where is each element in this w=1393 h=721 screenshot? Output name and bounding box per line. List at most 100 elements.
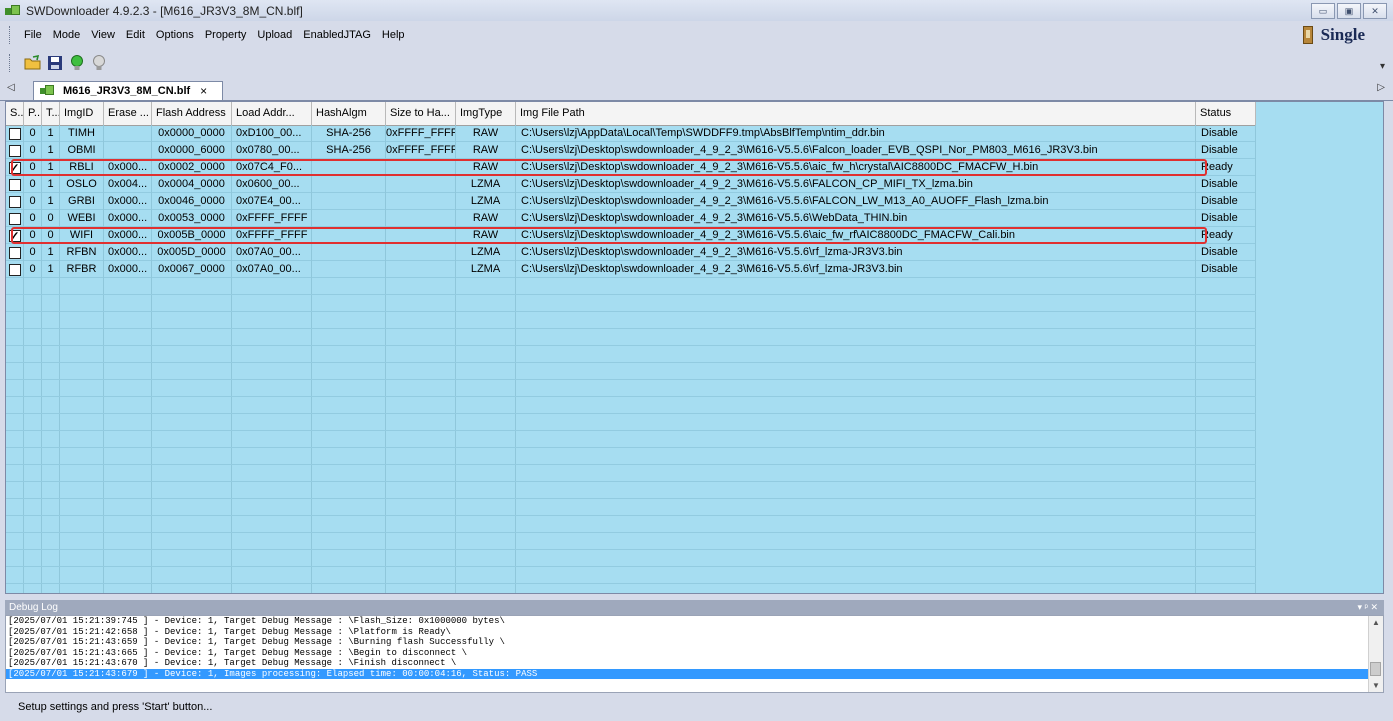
row-checkbox[interactable] [8,127,21,140]
cell-status: Disable [1196,244,1256,261]
log-line[interactable]: [2025/07/01 15:21:39:745 ] - Device: 1, … [6,616,1368,627]
header-col-erase[interactable]: Erase ... [104,102,152,125]
status-bar: Setup settings and press 'Start' button.… [0,697,1393,721]
header-col-priority[interactable]: P... [24,102,42,125]
gray-bulb-icon[interactable] [90,54,108,72]
toolbar-grip[interactable] [9,53,12,72]
row-checkbox[interactable] [8,144,21,157]
cell-hashalgm [312,261,386,278]
tab-scroll-left-icon[interactable]: ◁ [7,82,15,93]
menu-view[interactable]: View [91,29,115,41]
menu-upload[interactable]: Upload [257,29,292,41]
menu-file[interactable]: File [24,29,42,41]
table-row[interactable]: 00WIFI0x000...0x005B_00000xFFFF_FFFFRAWC… [6,227,1256,244]
header-col-flash-address[interactable]: Flash Address [152,102,232,125]
menu-mode[interactable]: Mode [53,29,81,41]
cell-type: 1 [42,244,60,261]
debug-log-controls[interactable]: ▾ ᵖ ✕ [1358,600,1378,615]
row-checkbox[interactable] [8,195,21,208]
menu-help[interactable]: Help [382,29,405,41]
cell-load-address: 0x07A0_00... [232,261,312,278]
header-col-hashalgm[interactable]: HashAlgm [312,102,386,125]
menu-property[interactable]: Property [205,29,247,41]
green-bulb-icon[interactable] [68,54,86,72]
cell-type: 1 [42,176,60,193]
minimize-button[interactable]: ▭ [1311,3,1335,19]
header-col-imgid[interactable]: ImgID [60,102,104,125]
cell-load-address: 0x07E4_00... [232,193,312,210]
table-row[interactable]: 01RBLI0x000...0x0002_00000x07C4_F0... RAW… [6,159,1256,176]
cell-type: 0 [42,227,60,244]
row-checkbox[interactable] [8,246,21,259]
header-col-select[interactable]: S... [6,102,24,125]
table-row[interactable]: 0 1 RFBR 0x000... 0x0067_0000 0x07A0_00... LZM… [6,261,1256,278]
scroll-thumb[interactable] [1370,662,1381,676]
header-col-size-to-hash[interactable]: Size to Ha... [386,102,456,125]
toolbar-overflow-icon[interactable]: ▾ [1380,61,1385,72]
open-folder-icon[interactable] [24,54,42,72]
cell-imgtype: RAW [456,159,516,176]
window-title: SWDownloader 4.9.2.3 - [M616_JR3V3_8M_CN… [26,3,303,18]
cell-type: 1 [42,142,60,159]
menu-enabledjtag[interactable]: EnabledJTAG [303,29,371,41]
row-checkbox[interactable] [8,212,21,225]
cell-flash-address: 0x0046_0000 [152,193,232,210]
cell-hashalgm: SHA-256 [312,142,386,159]
cell-status: Disable [1196,176,1256,193]
title-bar: SWDownloader 4.9.2.3 - [M616_JR3V3_8M_CN… [0,0,1393,21]
menu-edit[interactable]: Edit [126,29,145,41]
cell-erase: 0x000... [104,159,152,176]
table-row[interactable]: 0 1 RFBN 0x000... 0x005D_0000 0x07A0_00... LZM… [6,244,1256,261]
restore-button[interactable]: ▣ [1337,3,1361,19]
cell-imgid: OBMI [60,142,104,159]
tab-close-icon[interactable]: × [200,84,207,98]
log-line[interactable]: [2025/07/01 15:21:42:658 ] - Device: 1, … [6,627,1368,638]
table-row[interactable]: 0 1 OBMI 0x0000_6000 0x0780_00... SHA-256 0xFF… [6,142,1256,159]
row-checkbox[interactable] [8,263,21,276]
save-icon[interactable] [46,54,64,72]
log-line[interactable]: [2025/07/01 15:21:43:679 ] - Device: 1, … [6,668,1368,679]
header-col-status[interactable]: Status [1196,102,1256,125]
log-line[interactable]: [2025/07/01 15:21:43:670 ] - Device: 1, … [6,658,1368,669]
row-checkbox[interactable] [8,228,21,244]
cell-size-to-hash: 0xFFFF_FFFF [386,142,456,159]
header-col-img-file-path[interactable]: Img File Path [516,102,1196,125]
cell-priority: 0 [24,227,42,244]
row-checkbox-cell [6,125,24,142]
cell-img-file-path: C:\Users\lzj\Desktop\swdownloader_4_9_2_… [516,244,1196,261]
menubar-grip[interactable] [9,26,12,44]
debug-log-scrollbar[interactable]: ▲ ▼ [1368,616,1383,692]
cell-imgtype: LZMA [456,193,516,210]
cell-size-to-hash [386,261,456,278]
cell-size-to-hash [386,244,456,261]
table-row[interactable]: 0 1 TIMH 0x0000_0000 0xD100_00... SHA-256 0xFF… [6,125,1256,142]
table-row[interactable]: 0 1 GRBI 0x000... 0x0046_0000 0x07E4_00... LZM… [6,193,1256,210]
cell-flash-address: 0x0004_0000 [152,176,232,193]
table-row[interactable]: 0 0 WEBI 0x000... 0x0053_0000 0xFFFF_FFFF RAW C… [6,210,1256,227]
close-window-button[interactable]: ✕ [1363,3,1387,19]
cell-flash-address: 0x0000_6000 [152,142,232,159]
header-col-load-address[interactable]: Load Addr... [232,102,312,125]
tab-m616-blf[interactable]: M616_JR3V3_8M_CN.blf × [33,81,223,100]
scroll-down-icon[interactable]: ▼ [1372,681,1380,690]
cell-erase: 0x000... [104,227,152,244]
cell-imgid: OSLO [60,176,104,193]
cell-status: Disable [1196,261,1256,278]
tab-scroll-right-icon[interactable]: ▷ [1377,82,1385,93]
header-col-imgtype[interactable]: ImgType [456,102,516,125]
debug-log-lines: [2025/07/01 15:21:39:745 ] - Device: 1, … [6,616,1383,679]
header-col-type[interactable]: T... [42,102,60,125]
cell-status: Disable [1196,142,1256,159]
scroll-up-icon[interactable]: ▲ [1372,618,1380,627]
row-checkbox[interactable] [8,178,21,191]
log-line[interactable]: [2025/07/01 15:21:43:659 ] - Device: 1, … [6,637,1368,648]
debug-log-panel[interactable]: [2025/07/01 15:21:39:745 ] - Device: 1, … [5,615,1384,693]
menu-options[interactable]: Options [156,29,194,41]
log-line[interactable]: [2025/07/01 15:21:43:665 ] - Device: 1, … [6,648,1368,659]
cell-type: 1 [42,193,60,210]
table-row[interactable]: 0 1 OSLO 0x004... 0x0004_0000 0x0600_00... LZM… [6,176,1256,193]
row-checkbox[interactable] [8,160,21,176]
cell-imgid: WIFI [60,227,104,244]
cell-img-file-path: C:\Users\lzj\Desktop\swdownloader_4_9_2_… [516,227,1196,244]
cell-flash-address: 0x005B_0000 [152,227,232,244]
